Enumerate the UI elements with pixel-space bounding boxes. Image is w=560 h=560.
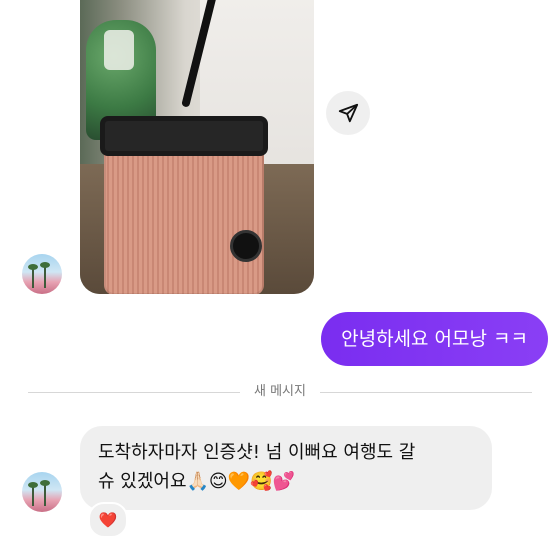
photo-cart-wheel [230, 230, 262, 262]
send-icon [338, 103, 359, 123]
heart-reaction[interactable]: ❤️ [88, 502, 128, 538]
share-button[interactable] [326, 91, 370, 135]
photo-plant-pot [104, 30, 134, 70]
outgoing-message-bubble[interactable]: 안녕하세요 어모낭 ㅋㅋ [321, 312, 548, 366]
new-messages-label: 새 메시지 [240, 382, 320, 402]
heart-icon: ❤️ [98, 511, 118, 529]
incoming-message-line-2: 슈 있겠어요🙏🏻😊🧡🥰💕 [98, 471, 295, 492]
sender-avatar-bottom[interactable] [22, 472, 62, 512]
incoming-message-line-1: 도착하자마자 인증샷! 넘 이뻐요 여행도 갈 [98, 442, 416, 463]
incoming-message-bubble[interactable]: 도착하자마자 인증샷! 넘 이뻐요 여행도 갈 슈 있겠어요🙏🏻😊🧡🥰💕 [80, 426, 492, 510]
outgoing-message-text: 안녕하세요 어모낭 ㅋㅋ [341, 328, 528, 350]
photo-message[interactable] [80, 0, 314, 294]
photo-cart-rim [100, 116, 268, 156]
sender-avatar-top[interactable] [22, 254, 62, 294]
